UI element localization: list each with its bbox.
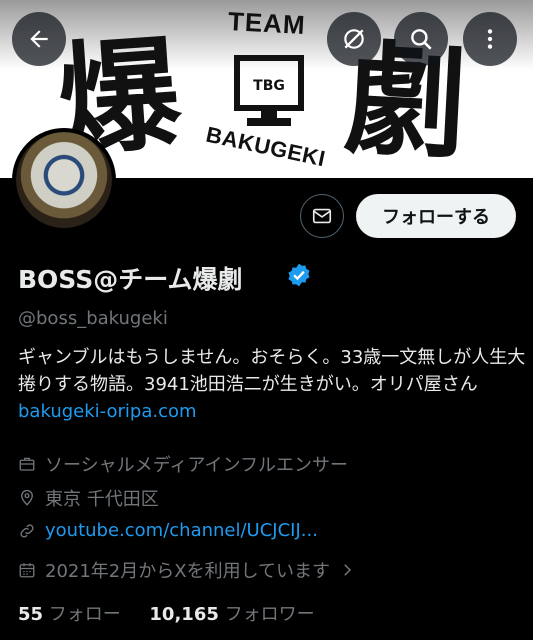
link-icon bbox=[20, 523, 34, 538]
joined-row[interactable]: 2021年2月からXを利用しています bbox=[18, 557, 356, 583]
bio-text: ギャンブルはもうしません。おそらく。33歳一文無しが人生大捲りする物語。3941… bbox=[18, 347, 526, 395]
display-name: BOSS@チーム爆劇 bbox=[18, 265, 243, 294]
followers-count: 10,165 bbox=[149, 604, 219, 625]
avatar-image bbox=[16, 132, 112, 228]
joined-text: 2021年2月からXを利用しています bbox=[45, 561, 331, 582]
user-handle: @boss_bakugeki bbox=[18, 308, 168, 329]
bio: ギャンブルはもうしません。おそらく。33歳一文無しが人生大捲りする物語。3941… bbox=[18, 344, 528, 425]
followers-stat[interactable]: 10,165 フォロワー bbox=[149, 604, 314, 625]
website-row: youtube.com/channel/UCJCIJ... bbox=[18, 520, 318, 541]
more-button[interactable] bbox=[463, 12, 517, 66]
location-text: 東京 千代田区 bbox=[45, 489, 159, 510]
following-count: 55 bbox=[18, 604, 44, 625]
website-link[interactable]: youtube.com/channel/UCJCIJ... bbox=[45, 520, 318, 541]
follow-button[interactable]: フォローする bbox=[356, 194, 516, 238]
calendar-icon bbox=[19, 563, 35, 578]
followers-label: フォロワー bbox=[224, 604, 315, 625]
search-button[interactable] bbox=[394, 12, 448, 66]
banner-team-text: TEAM bbox=[227, 5, 307, 41]
location-pin-icon bbox=[21, 489, 33, 506]
chevron-right-icon bbox=[344, 564, 352, 576]
message-button[interactable] bbox=[300, 194, 344, 238]
category-row: ソーシャルメディアインフルエンサー bbox=[18, 451, 348, 477]
following-stat[interactable]: 55 フォロー bbox=[18, 604, 121, 625]
more-vertical-icon bbox=[487, 29, 493, 49]
grok-icon bbox=[344, 29, 364, 49]
verified-badge-icon[interactable] bbox=[286, 262, 312, 288]
location-row: 東京 千代田区 bbox=[18, 485, 159, 511]
back-button[interactable] bbox=[12, 12, 66, 66]
category-text: ソーシャルメディアインフルエンサー bbox=[45, 455, 348, 476]
briefcase-icon bbox=[19, 457, 35, 471]
following-label: フォロー bbox=[48, 604, 121, 625]
tv-logo-icon: TBG bbox=[234, 55, 304, 126]
follow-stats: 55 フォロー 10,165 フォロワー bbox=[18, 600, 315, 626]
bio-link[interactable]: bakugeki-oripa.com bbox=[18, 401, 197, 422]
back-arrow-icon bbox=[30, 30, 48, 48]
mail-icon bbox=[312, 208, 332, 224]
tv-logo-text: TBG bbox=[253, 78, 285, 94]
grok-button[interactable] bbox=[327, 12, 381, 66]
search-icon bbox=[411, 29, 432, 50]
avatar[interactable] bbox=[12, 128, 116, 232]
